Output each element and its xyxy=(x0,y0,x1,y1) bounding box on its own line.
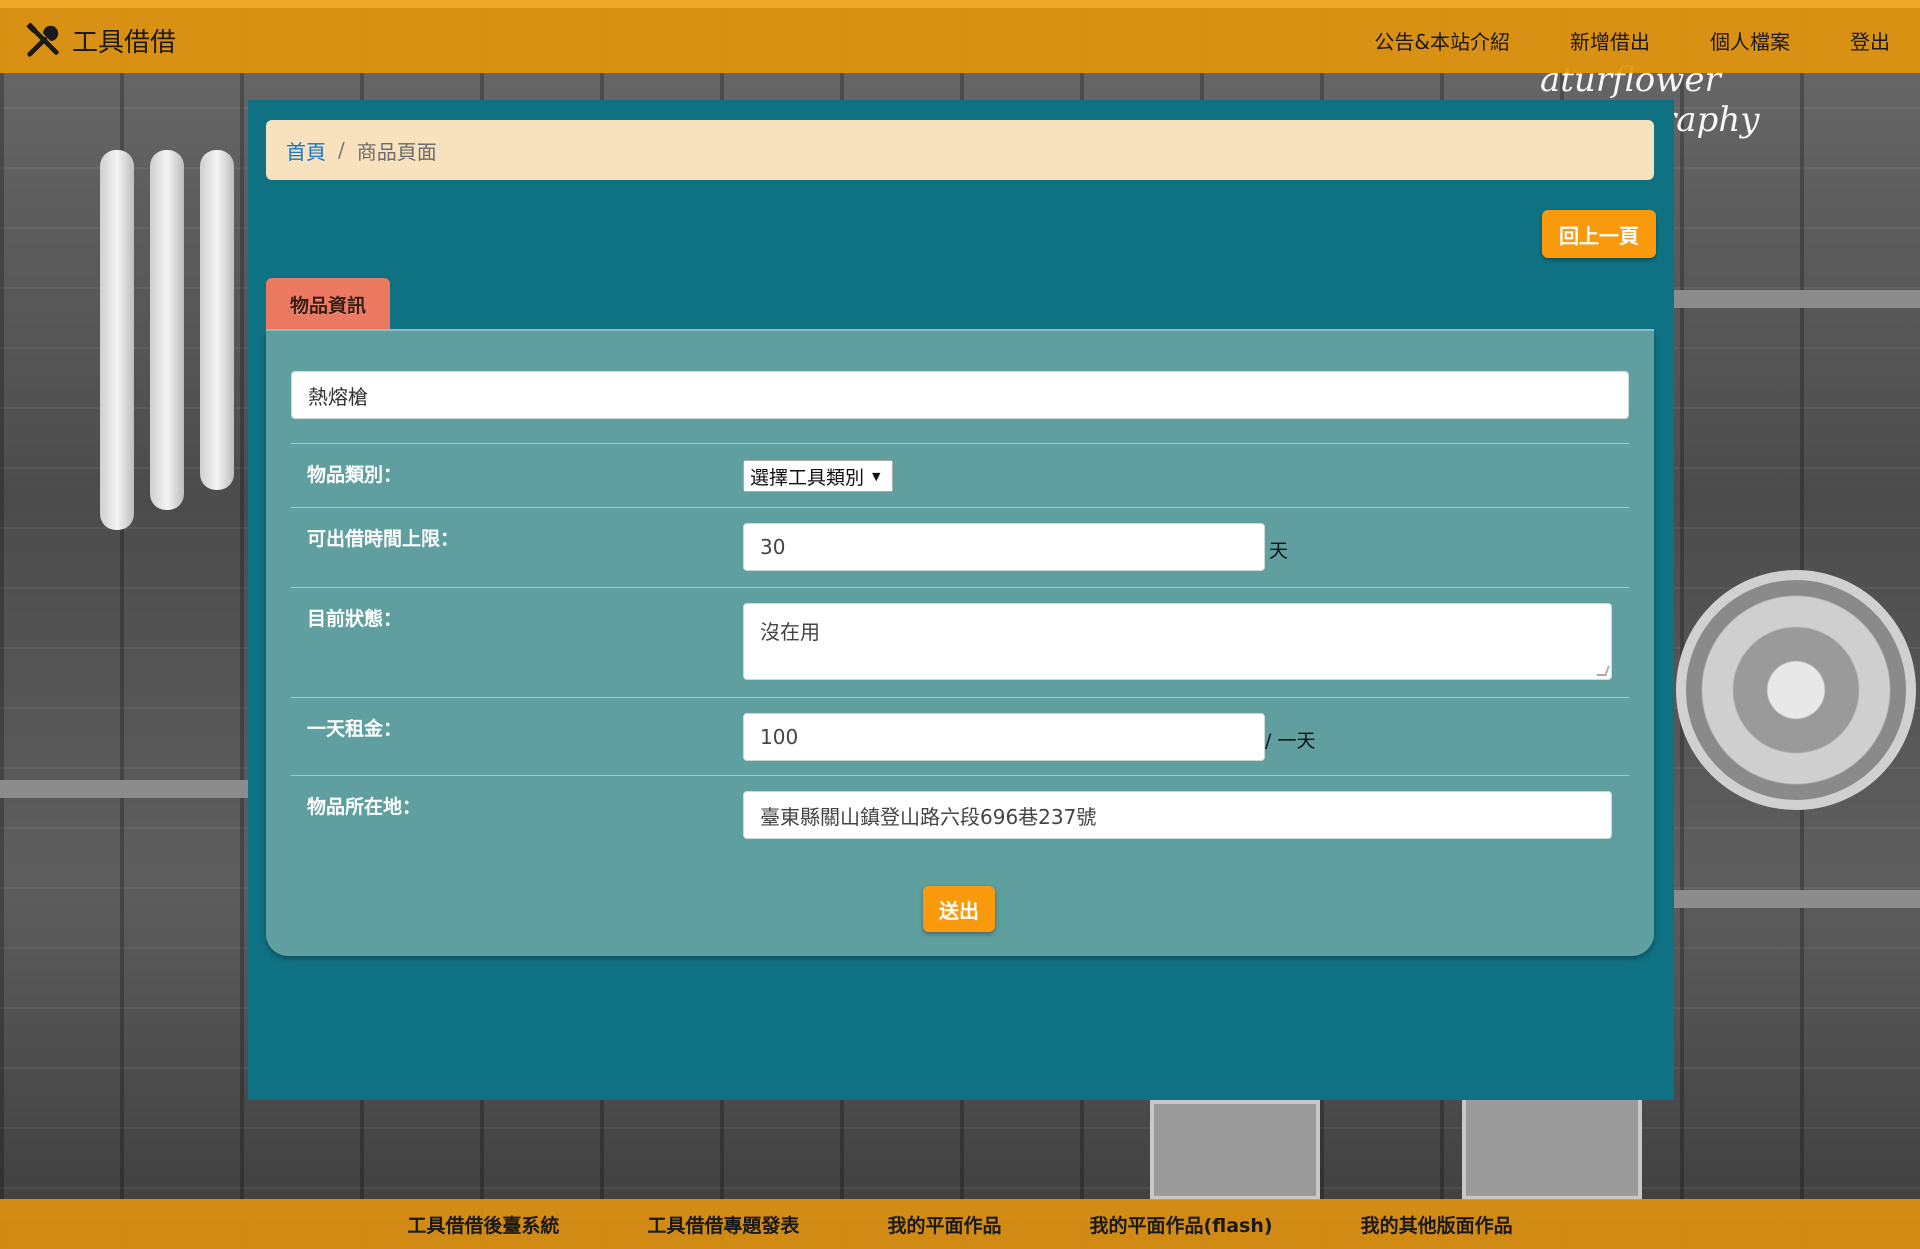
wrench-image xyxy=(100,150,134,530)
status-text: 沒在用 xyxy=(760,620,820,644)
garage-sign-image xyxy=(1150,1100,1320,1200)
shelf-left xyxy=(0,780,248,798)
max-days-unit: 天 xyxy=(1269,540,1289,562)
resize-handle-icon[interactable] xyxy=(1596,666,1610,676)
dropdown-arrow-icon: ▼ xyxy=(872,469,881,483)
tab-item-info[interactable]: 物品資訊 xyxy=(266,278,390,330)
garage-poster-image xyxy=(1462,1095,1642,1200)
wrench-image xyxy=(150,150,184,510)
wrench-image xyxy=(200,150,234,490)
nav-profile[interactable]: 個人檔案 xyxy=(1710,26,1790,55)
footer-link-other-works[interactable]: 我的其他版面作品 xyxy=(1361,1211,1513,1238)
breadcrumb-home-link[interactable]: 首頁 xyxy=(286,136,326,165)
status-row: 目前狀態： 沒在用 xyxy=(291,587,1629,697)
breadcrumb-current: 商品頁面 xyxy=(356,139,437,164)
rent-input[interactable]: 100 xyxy=(743,713,1265,761)
rent-unit: / 一天 xyxy=(1265,730,1316,752)
location-input[interactable]: 臺東縣關山鎮登山路六段696巷237號 xyxy=(743,791,1612,839)
footer-nav: 工具借借後臺系統 工具借借專題發表 我的平面作品 我的平面作品(flash) 我… xyxy=(0,1199,1920,1249)
category-label: 物品類別： xyxy=(307,464,403,486)
rent-label: 一天租金： xyxy=(307,718,403,740)
rent-row: 一天租金： 100 / 一天 xyxy=(291,697,1629,775)
status-label: 目前狀態： xyxy=(307,608,403,630)
submit-button[interactable]: 送出 xyxy=(923,886,995,932)
shelf-right-bottom xyxy=(1674,890,1920,908)
nav-announcements[interactable]: 公告&本站介紹 xyxy=(1374,26,1510,55)
fan-image xyxy=(1676,570,1916,810)
category-row: 物品類別： 選擇工具類別 ▼ xyxy=(291,443,1629,507)
tools-icon xyxy=(26,22,59,57)
max-days-label: 可出借時間上限： xyxy=(307,528,460,550)
brand-name: 工具借借 xyxy=(72,28,177,58)
footer-link-graphic-works[interactable]: 我的平面作品 xyxy=(887,1211,1001,1238)
location-row: 物品所在地： 臺東縣關山鎮登山路六段696巷237號 xyxy=(291,775,1629,855)
footer-link-project[interactable]: 工具借借專題發表 xyxy=(647,1211,799,1238)
category-selected-value: 選擇工具類別 xyxy=(750,466,865,489)
max-days-input[interactable]: 30 xyxy=(743,523,1265,571)
back-button[interactable]: 回上一頁 xyxy=(1542,210,1656,258)
footer-link-admin[interactable]: 工具借借後臺系統 xyxy=(407,1211,559,1238)
main-nav: 公告&本站介紹 新增借出 個人檔案 登出 xyxy=(1314,26,1890,55)
nav-logout[interactable]: 登出 xyxy=(1850,26,1890,55)
breadcrumb: 首頁 / 商品頁面 xyxy=(266,120,1654,180)
breadcrumb-separator: / xyxy=(338,138,345,162)
status-textarea[interactable]: 沒在用 xyxy=(743,603,1612,680)
shelf-right-top xyxy=(1674,290,1920,308)
location-label: 物品所在地： xyxy=(307,796,422,818)
main-panel: 首頁 / 商品頁面 回上一頁 物品資訊 熱熔槍 物品類別： 選擇工具類別 ▼ 可… xyxy=(248,100,1674,1100)
max-days-row: 可出借時間上限： 30 天 xyxy=(291,507,1629,587)
nav-new-lending[interactable]: 新增借出 xyxy=(1570,26,1650,55)
footer-link-flash-works[interactable]: 我的平面作品(flash) xyxy=(1089,1211,1272,1238)
brand[interactable]: 工具借借 xyxy=(24,22,176,60)
top-navbar: 工具借借 公告&本站介紹 新增借出 個人檔案 登出 xyxy=(0,0,1920,73)
item-form-card: 熱熔槍 物品類別： 選擇工具類別 ▼ 可出借時間上限： 30 天 目前狀態： 沒… xyxy=(266,331,1654,956)
item-name-input[interactable]: 熱熔槍 xyxy=(291,371,1629,419)
category-select[interactable]: 選擇工具類別 ▼ xyxy=(743,460,893,492)
